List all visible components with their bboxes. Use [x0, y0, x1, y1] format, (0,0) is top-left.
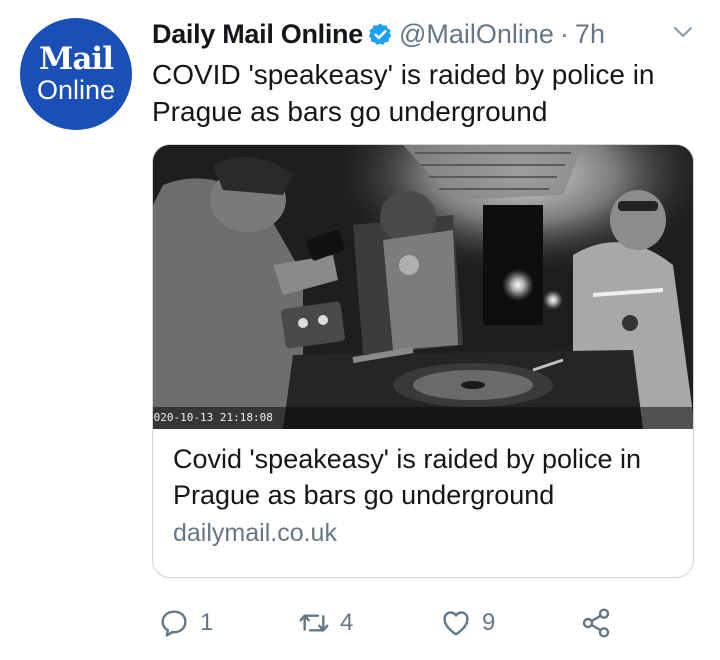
separator-dot: · [559, 18, 569, 49]
reply-button[interactable]: 1 [158, 604, 213, 642]
retweet-button[interactable]: 4 [298, 604, 353, 642]
video-timestamp: 2020-10-13 21:18:08 [153, 411, 273, 424]
display-name[interactable]: Daily Mail Online [152, 19, 363, 50]
card-domain: dailymail.co.uk [173, 519, 337, 547]
chevron-down-icon[interactable] [672, 24, 694, 40]
avatar[interactable]: Mail Online [20, 18, 132, 130]
reply-icon [161, 610, 187, 637]
tweet-actions: 1 4 9 [158, 604, 628, 642]
tweet-text: COVID 'speakeasy' is raided by police in… [152, 59, 655, 127]
card-title: Covid 'speakeasy' is raided by police in… [173, 444, 642, 510]
avatar-logo-line1: Mail [39, 40, 114, 77]
verified-badge-icon [368, 23, 392, 45]
like-button[interactable]: 9 [440, 604, 495, 642]
avatar-logo-line2: Online [36, 74, 116, 105]
link-card[interactable]: 2020-10-13 21:18:08 Covid 'speakeasy' is… [152, 144, 694, 578]
like-icon [443, 611, 469, 636]
timestamp[interactable]: 7h [575, 19, 605, 50]
like-count: 9 [482, 609, 496, 636]
card-body[interactable]: Covid 'speakeasy' is raided by police in… [153, 429, 693, 548]
share-button[interactable] [580, 604, 612, 642]
card-image[interactable]: 2020-10-13 21:18:08 [153, 145, 693, 429]
share-icon [582, 608, 610, 638]
reply-count: 1 [200, 609, 214, 636]
retweet-count: 4 [340, 609, 354, 636]
retweet-icon [299, 614, 329, 632]
handle[interactable]: @MailOnline [399, 19, 554, 50]
card-photo [153, 145, 693, 429]
tweet-header: Daily Mail Online @MailOnline · 7h [152, 14, 700, 54]
